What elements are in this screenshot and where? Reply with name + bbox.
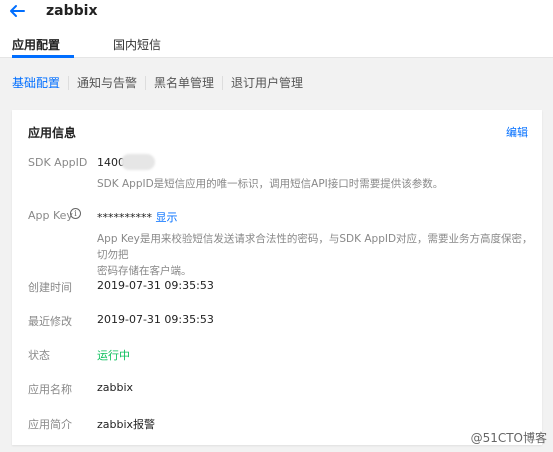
card-title: 应用信息 [28,126,77,140]
sdk-appid-label: SDK AppID [28,156,88,169]
subnav-item-blacklist[interactable]: 黑名单管理 [146,75,222,91]
status-label: 状态 [28,349,50,362]
tab-domestic-sms[interactable]: 国内短信 [113,36,161,53]
modified-time-value: 2019-07-31 09:35:53 [97,313,214,326]
appkey-value: ********** 显示 [97,209,178,225]
modified-time-label: 最近修改 [28,315,72,328]
arrow-left-icon[interactable] [8,2,26,20]
subnav-item-basic-config[interactable]: 基础配置 [0,75,68,91]
app-name-value: zabbix [97,381,134,394]
top-header: zabbix 应用配置 国内短信 [0,0,553,58]
created-time-value: 2019-07-31 09:35:53 [97,279,214,292]
appkey-description: App Key是用来校验短信发送请求合法性的密码，与SDK AppID对应，需要… [97,231,537,279]
created-time-label: 创建时间 [28,281,72,294]
app-name-label: 应用名称 [28,383,72,396]
active-tab-indicator [12,55,74,58]
info-icon[interactable]: i [70,208,81,219]
show-appkey-link[interactable]: 显示 [156,211,178,224]
appkey-desc-line: 密码存储在客户端。 [97,265,192,277]
sub-navigation: 基础配置 通知与告警 黑名单管理 退订用户管理 [0,72,311,94]
subnav-item-unsubscribe[interactable]: 退订用户管理 [223,75,311,91]
status-badge: 运行中 [97,349,130,362]
watermark: @51CTO博客 [470,431,547,445]
appkey-desc-line: App Key是用来校验短信发送请求合法性的密码，与SDK AppID对应，需要… [97,233,533,261]
sdk-appid-description: SDK AppID是短信应用的唯一标识，调用短信API接口时需要提供该参数。 [97,178,444,190]
app-description-label: 应用简介 [28,418,72,431]
appkey-masked: ********** [97,211,152,224]
edit-button[interactable]: 编辑 [506,124,528,140]
page-title: zabbix [46,3,98,19]
tab-app-config[interactable]: 应用配置 [12,36,60,53]
subnav-item-notifications[interactable]: 通知与告警 [69,75,145,91]
redacted-mask [121,154,155,170]
app-description-value: zabbix报警 [97,418,156,431]
appkey-label: App Key [28,209,73,222]
